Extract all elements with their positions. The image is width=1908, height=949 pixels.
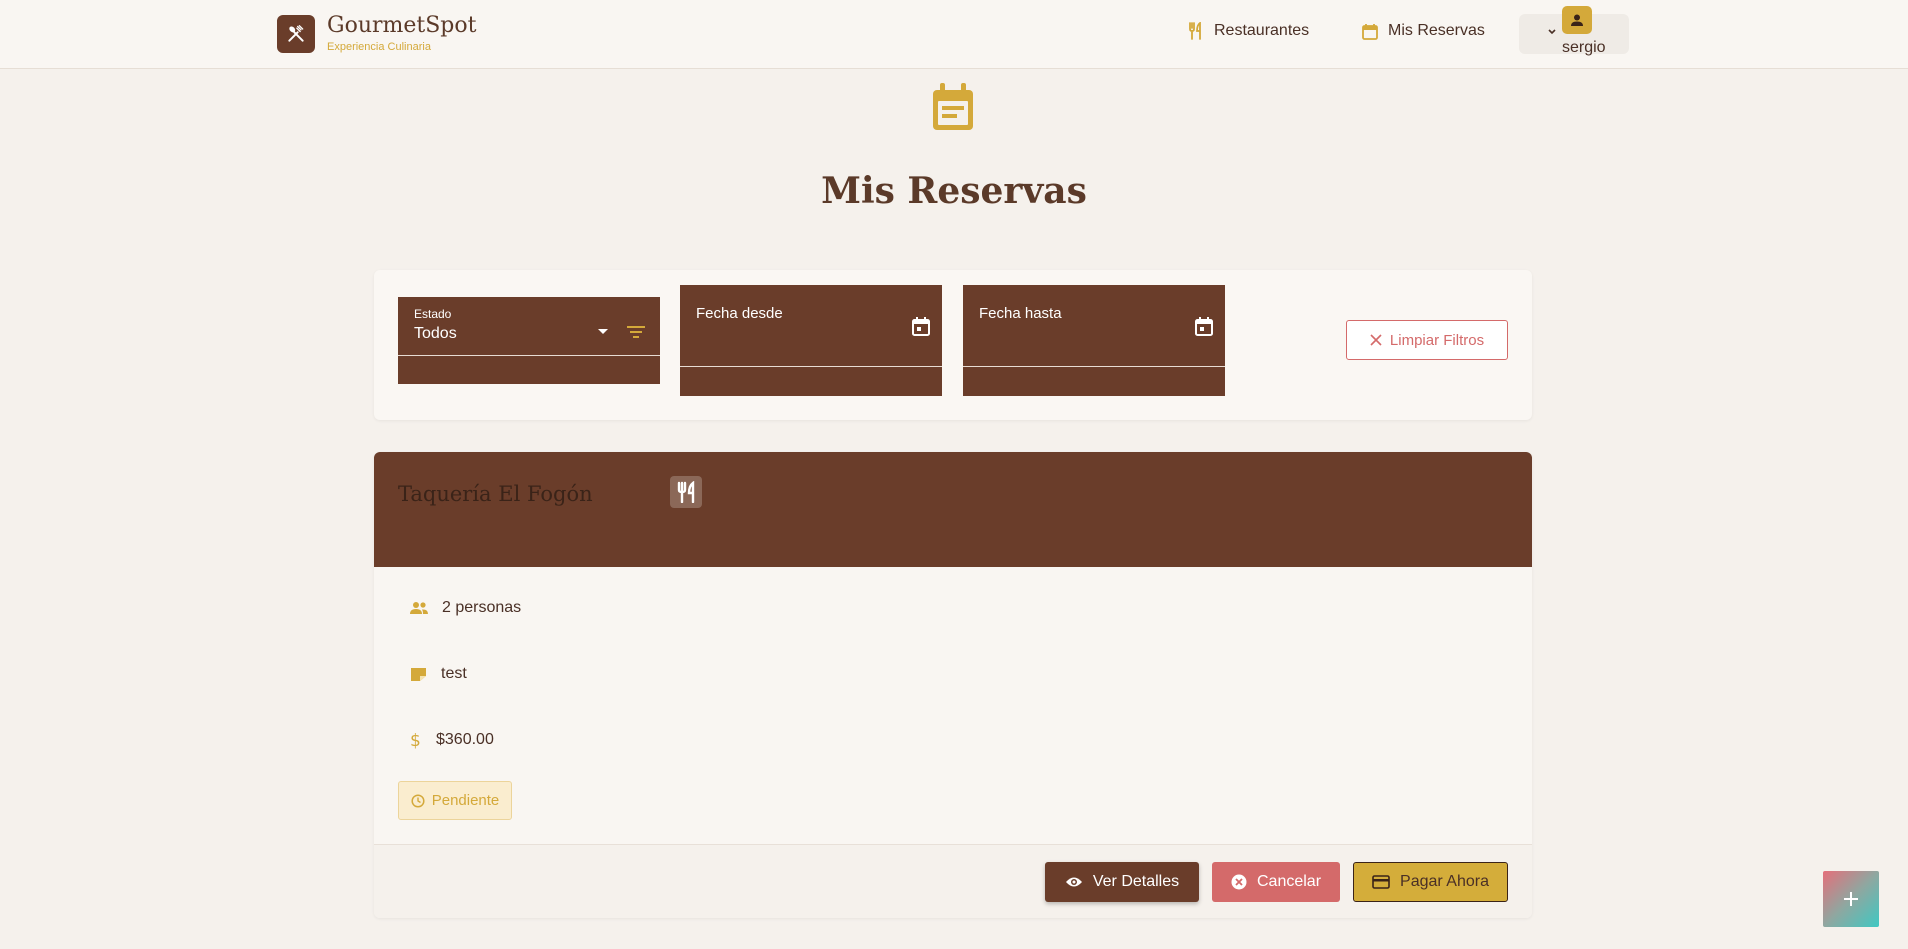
nav-mis-reservas[interactable]: Mis Reservas [1362, 22, 1485, 40]
status-label: Pendiente [431, 792, 500, 809]
estado-label: Estado [414, 307, 452, 321]
estado-select[interactable]: Estado Todos [398, 297, 660, 384]
top-navbar: GourmetSpot Experiencia Culinaria Restau… [0, 0, 1908, 69]
nav-restaurantes[interactable]: Restaurantes [1188, 22, 1309, 40]
brand-name: GourmetSpot [327, 13, 477, 38]
view-details-label: Ver Detalles [1092, 873, 1180, 890]
note-text: test [441, 665, 467, 682]
field-divider [963, 366, 1225, 367]
restaurant-icon [670, 476, 702, 508]
calendar-today-icon[interactable] [912, 317, 930, 336]
chevron-down-icon [1548, 29, 1556, 35]
reservation-card-header: Taquería El Fogón [374, 452, 1532, 567]
clock-icon [411, 793, 425, 808]
fecha-hasta-field[interactable]: Fecha hasta [963, 285, 1225, 396]
people-icon [410, 602, 428, 614]
field-divider [398, 355, 660, 356]
eye-icon [1065, 877, 1082, 887]
price-amount: $360.00 [436, 731, 494, 748]
people-count: 2 personas [442, 599, 522, 616]
dollar-icon: $ [410, 731, 421, 749]
pay-now-button[interactable]: Pagar Ahora [1353, 862, 1508, 902]
event-note-icon [933, 83, 973, 130]
note-row: test [410, 665, 467, 683]
view-details-button[interactable]: Ver Detalles [1045, 862, 1199, 902]
fecha-hasta-label: Fecha hasta [979, 305, 1062, 322]
people-row: 2 personas [410, 599, 521, 617]
filter-list-icon [627, 326, 645, 338]
brand[interactable]: GourmetSpot Experiencia Culinaria [277, 14, 476, 53]
plus-icon [1844, 892, 1858, 906]
close-icon [1370, 334, 1382, 346]
caret-down-icon [598, 329, 608, 334]
add-reservation-fab[interactable] [1823, 871, 1879, 927]
clear-filters-label: Limpiar Filtros [1389, 331, 1485, 349]
reservation-card: Taquería El Fogón 2 personas test $ $360… [374, 452, 1532, 918]
user-menu-button[interactable]: sergio [1519, 6, 1629, 56]
nav-mis-reservas-label: Mis Reservas [1388, 22, 1485, 39]
status-badge: Pendiente [398, 781, 512, 820]
clear-filters-button[interactable]: Limpiar Filtros [1346, 320, 1508, 360]
credit-card-icon [1372, 875, 1390, 889]
page-title: Mis Reservas [821, 170, 1087, 212]
person-icon [1562, 6, 1592, 34]
field-divider [680, 366, 942, 367]
svg-text:$: $ [410, 731, 421, 749]
brand-subtitle: Experiencia Culinaria [327, 41, 431, 53]
pay-now-label: Pagar Ahora [1400, 873, 1489, 890]
calendar-today-icon[interactable] [1195, 317, 1213, 336]
user-name: sergio [1562, 39, 1606, 56]
nav-restaurantes-label: Restaurantes [1214, 22, 1310, 39]
utensils-logo-icon [277, 14, 315, 53]
cancel-label: Cancelar [1256, 873, 1322, 890]
cancel-button[interactable]: Cancelar [1212, 862, 1340, 902]
estado-value: Todos [414, 325, 457, 342]
restaurant-name: Taquería El Fogón [398, 482, 593, 506]
note-icon [411, 667, 426, 681]
cancel-circle-icon [1231, 874, 1247, 890]
fork-knife-icon [1189, 22, 1201, 40]
fecha-desde-label: Fecha desde [696, 305, 783, 322]
fecha-desde-field[interactable]: Fecha desde [680, 285, 942, 396]
filters-card: Estado Todos Fecha desde Fecha hasta Lim… [374, 270, 1532, 420]
calendar-icon [1362, 23, 1378, 40]
price-row: $ $360.00 [410, 731, 494, 749]
